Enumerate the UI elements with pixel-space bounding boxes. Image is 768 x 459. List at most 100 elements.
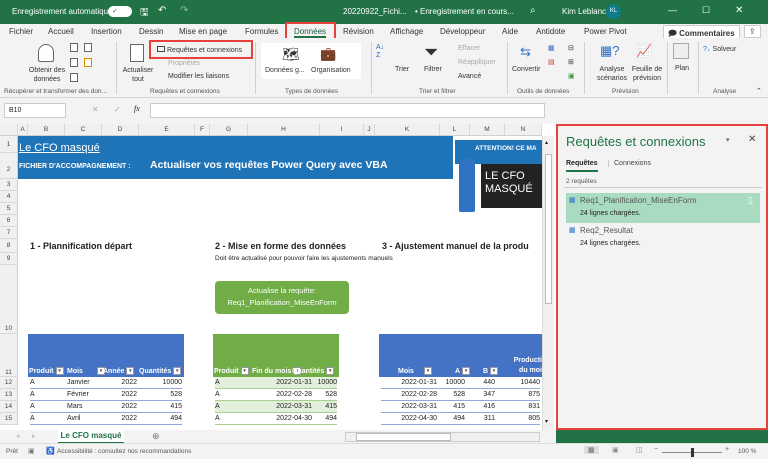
from-table-icon[interactable] [70,58,78,67]
row-header[interactable]: 1 [0,136,18,153]
table1-header[interactable]: Quantités ▾ [139,367,182,375]
remove-duplicates-icon[interactable]: ▤ [548,58,555,66]
pane-options-icon[interactable]: ▾ [726,136,730,144]
table-cell[interactable]: 831 [500,403,540,410]
table-cell[interactable]: 494 [139,415,182,422]
tab-antidote[interactable]: Antidote [536,27,565,36]
refresh-all-button[interactable]: Actualiser tout [122,66,154,84]
table-cell[interactable]: 2022 [103,379,137,386]
column-header[interactable]: G [210,124,248,136]
row-header[interactable]: 2 [0,153,18,179]
table-cell[interactable]: 311 [470,415,495,422]
table1-header[interactable]: Mois ▾ [67,367,105,375]
sheet-tab-active[interactable]: Le CFO masqué [58,430,124,444]
name-box[interactable]: B10 [4,103,66,118]
collapse-ribbon-icon[interactable]: ⌃ [756,87,762,95]
tab-affichage[interactable]: Affichage [390,27,423,36]
column-header[interactable]: L [440,124,470,136]
search-icon[interactable]: ⌕ [530,5,536,16]
sheet-title-link[interactable]: Le CFO masqué [19,142,100,154]
refresh-query-button[interactable]: Actualise la requête: Req1_Planification… [215,281,349,314]
column-header[interactable]: I [320,124,364,136]
row-header[interactable]: 12 [0,377,18,389]
table-cell[interactable]: Mars [67,403,101,410]
table-cell[interactable]: 2022-04-30 [381,415,437,422]
table2-header[interactable]: Quantités ▾ [292,367,335,375]
macro-record-icon[interactable]: ▣ [28,447,35,455]
table-cell[interactable]: 494 [440,415,465,422]
table-cell[interactable]: 440 [470,379,495,386]
column-header[interactable]: J [364,124,375,136]
table-cell[interactable]: 10000 [292,379,337,386]
reapply-button[interactable]: Réappliquer [458,59,496,66]
table-cell[interactable]: A [30,391,64,398]
table-cell[interactable]: Février [67,391,101,398]
cancel-icon[interactable]: ✕ [92,105,99,114]
page-layout-view-icon[interactable]: ▣ [612,446,619,454]
table-cell[interactable]: 10000 [139,379,182,386]
horizontal-scroll-thumb[interactable] [356,433,451,441]
from-text-icon[interactable] [70,43,78,52]
enter-icon[interactable]: ✓ [114,105,121,114]
next-sheet-icon[interactable]: ▸ [32,432,36,440]
column-header[interactable]: F [195,124,210,136]
table-cell[interactable]: 416 [470,403,495,410]
table-cell[interactable]: 875 [500,391,540,398]
table3-header[interactable]: Producti du moi [510,356,542,378]
column-header[interactable]: N [505,124,542,136]
row-header[interactable]: 9 [0,253,18,265]
zoom-in-icon[interactable]: + [725,446,729,453]
row-header[interactable]: 14 [0,401,18,413]
table1-header[interactable]: Année ▾ [103,367,135,375]
zoom-out-icon[interactable]: − [654,446,658,453]
table2-header[interactable]: Produit ▾ [214,367,249,375]
preview-icon[interactable]: ▯ [748,195,753,206]
row-header[interactable]: 3 [0,179,18,191]
column-header[interactable]: B [28,124,65,136]
geography-button[interactable]: Données g... [265,67,305,74]
query-item[interactable]: ▦ Req1_Planification_MiseEnForm 24 ligne… [566,193,760,223]
table-cell[interactable]: 415 [292,403,337,410]
tab-queries[interactable]: Requêtes [566,160,598,172]
solver-button[interactable]: ?₊ Solveur [703,45,736,53]
prev-sheet-icon[interactable]: ◂ [16,432,20,440]
what-if-button[interactable]: Analyse scénarios [592,65,632,83]
table-cell[interactable]: 10000 [440,379,465,386]
save-icon[interactable]: 🖫 [140,5,149,22]
tab-accueil[interactable]: Accueil [48,27,74,36]
vertical-scrollbar[interactable]: ▴ ▾ [542,136,554,430]
sort-button[interactable]: Trier [395,66,409,73]
zoom-slider-thumb[interactable] [691,448,694,457]
save-status[interactable]: • Enregistrement en cours... [415,7,514,16]
sort-az-icon[interactable]: A↓ Z [376,44,384,60]
tab-revision[interactable]: Révision [343,27,374,36]
tab-power-pivot[interactable]: Power Pivot [584,27,627,36]
query-item[interactable]: ▦ Req2_Resultat 24 lignes chargées. [566,223,760,253]
outline-button[interactable]: Plan [675,65,689,72]
zoom-slider[interactable] [662,448,722,457]
advanced-button[interactable]: Avancé [458,73,481,80]
scroll-up-icon[interactable]: ▴ [545,139,548,146]
row-header[interactable]: 13 [0,389,18,401]
fx-icon[interactable]: fx [134,104,140,113]
column-header[interactable]: D [102,124,139,136]
row-header[interactable]: 8 [0,239,18,253]
forecast-button[interactable]: Feuille de prévision [628,65,666,83]
worksheet-grid[interactable]: A B C D E F G H I J K L M N 1 2 3 4 5 6 … [0,124,556,430]
row-header[interactable]: 7 [0,227,18,239]
table-cell[interactable]: 2022 [103,415,137,422]
flash-fill-icon[interactable]: ▦ [548,44,555,52]
close-icon[interactable]: ✕ [735,5,743,16]
tab-formules[interactable]: Formules [245,27,278,36]
table-cell[interactable]: 10440 [500,379,540,386]
relationships-icon[interactable]: ⊞ [568,58,574,66]
table-cell[interactable]: 347 [470,391,495,398]
table-cell[interactable]: 805 [500,415,540,422]
row-header[interactable]: 5 [0,203,18,215]
zoom-level[interactable]: 100 % [738,448,756,455]
table-cell[interactable]: 2022-03-31 [381,403,437,410]
table-cell[interactable]: Janvier [67,379,101,386]
tab-developpeur[interactable]: Développeur [440,27,485,36]
properties-button[interactable]: Propriétés [168,60,200,67]
pane-close-icon[interactable]: ✕ [748,134,756,145]
